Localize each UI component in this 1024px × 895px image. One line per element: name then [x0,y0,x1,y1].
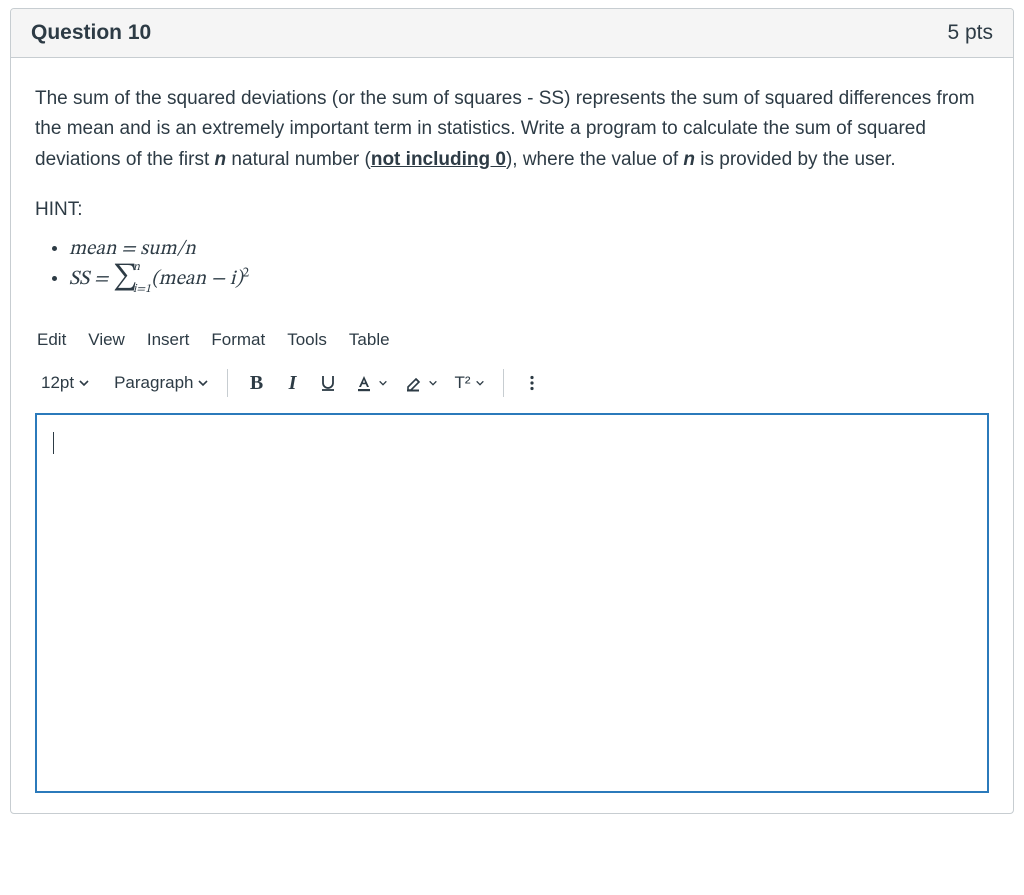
prompt-text-c: ), where the value of [506,149,683,170]
more-vertical-icon [523,374,541,392]
editor-textarea[interactable] [35,413,989,793]
toolbar-separator [227,369,228,397]
rich-text-editor: Edit View Insert Format Tools Table 12pt… [35,322,989,793]
menu-view[interactable]: View [88,326,125,353]
question-prompt: The sum of the squared deviations (or th… [35,84,989,175]
block-format-label: Paragraph [114,369,193,396]
formula-mean: mean = sum/n [69,234,989,264]
formula-list: mean = sum/n SS = n∑i=1 (mean − i)2 [35,234,989,294]
ss-exp: 2 [243,267,249,280]
underline-button[interactable] [312,367,344,399]
menu-edit[interactable]: Edit [37,326,66,353]
highlight-icon [404,373,424,393]
menu-table[interactable]: Table [349,326,390,353]
question-card: Question 10 5 pts The sum of the squared… [10,8,1014,814]
font-size-label: 12pt [41,369,74,396]
italic-icon: I [289,367,297,399]
prompt-var-n1: n [215,149,227,170]
prompt-underlined: not including 0 [371,149,506,170]
sigma-upper: n [133,258,140,276]
font-size-dropdown[interactable]: 12pt [35,367,96,399]
question-points: 5 pts [947,21,993,45]
chevron-down-icon [78,377,90,389]
question-body: The sum of the squared deviations (or th… [11,58,1013,813]
superscript-button[interactable]: T² [448,367,490,399]
question-title: Question 10 [31,21,151,45]
ss-rhs: (mean − i) [151,269,242,289]
hint-label: HINT: [35,195,989,225]
menu-tools[interactable]: Tools [287,326,327,353]
formula-ss: SS = n∑i=1 (mean − i)2 [69,264,989,294]
chevron-down-icon [197,377,209,389]
text-color-button[interactable] [348,367,394,399]
toolbar-separator [503,369,504,397]
sigma-lower: i=1 [133,280,151,298]
prompt-text-b: natural number ( [226,149,371,170]
question-header: Question 10 5 pts [11,9,1013,58]
menu-insert[interactable]: Insert [147,326,190,353]
chevron-down-icon [378,378,388,388]
editor-menu-bar: Edit View Insert Format Tools Table [35,322,989,363]
highlight-color-button[interactable] [398,367,444,399]
text-color-icon [354,373,374,393]
text-cursor [53,432,54,454]
more-button[interactable] [516,367,548,399]
prompt-var-n2: n [683,149,695,170]
superscript-icon: T² [454,369,470,396]
bold-icon: B [250,367,263,399]
bold-button[interactable]: B [240,367,272,399]
block-format-dropdown[interactable]: Paragraph [108,367,215,399]
ss-lhs: SS = [69,269,113,289]
prompt-text-d: is provided by the user. [695,149,896,170]
editor-toolbar: 12pt Paragraph B I [35,363,989,413]
italic-button[interactable]: I [276,367,308,399]
sigma-icon: n∑i=1 [113,264,137,294]
chevron-down-icon [428,378,438,388]
underline-icon [318,373,338,393]
menu-format[interactable]: Format [211,326,265,353]
chevron-down-icon [475,378,485,388]
